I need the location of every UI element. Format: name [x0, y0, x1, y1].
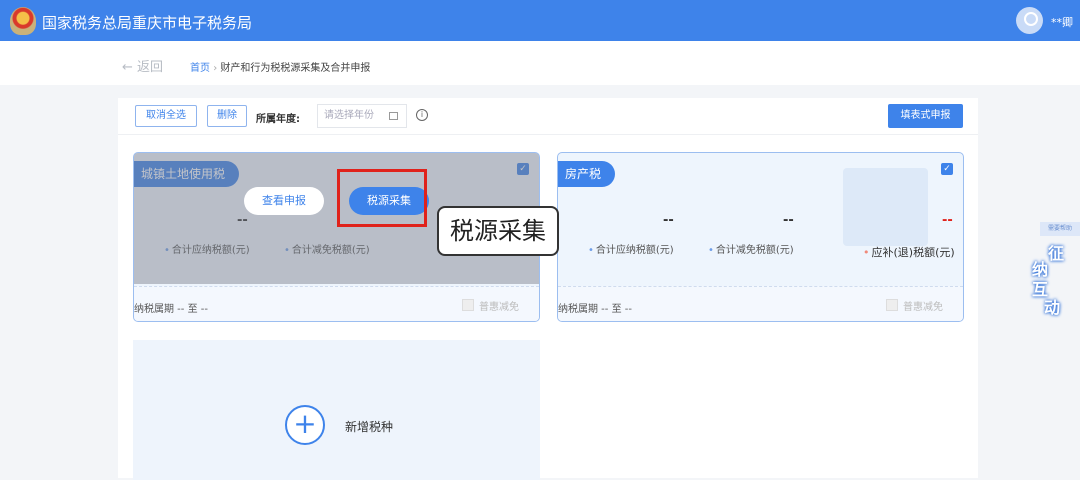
user-name[interactable]: **卿	[1051, 14, 1073, 30]
building-illustration-icon	[843, 168, 928, 246]
total-reduction-value: --	[783, 213, 794, 228]
tax-period: 纳税属期 -- 至 --	[558, 304, 632, 315]
year-placeholder: 请选择年份	[324, 110, 374, 121]
back-link[interactable]: ← 返回	[122, 56, 163, 75]
view-declaration-button[interactable]: 查看申报	[244, 187, 324, 215]
discount-checkbox[interactable]: 普惠减免	[886, 298, 943, 313]
top-header: 国家税务总局重庆市电子税务局 **卿	[0, 0, 1080, 41]
tax-period: 纳税属期 -- 至 --	[134, 304, 208, 315]
fill-form-declare-button[interactable]: 填表式申报	[888, 104, 963, 128]
add-tax-type-card[interactable]: + 新增税种	[133, 340, 540, 480]
delete-button[interactable]: 删除	[207, 105, 247, 127]
calendar-icon	[389, 112, 398, 120]
tax-type-tag: 房产税	[558, 161, 616, 187]
refund-caption: 应补(退)税额(元)	[863, 244, 955, 260]
total-reduction-caption: 合计减免税额(元)	[708, 241, 794, 256]
breadcrumb-home[interactable]: 首页	[190, 63, 210, 74]
breadcrumb-bar: ← 返回 首页 › 财产和行为税税源采集及合并申报	[0, 41, 1080, 85]
add-tax-type-label: 新增税种	[345, 420, 394, 434]
breadcrumb: 首页 › 财产和行为税税源采集及合并申报	[190, 59, 370, 74]
tax-card-property[interactable]: 房产税 ✓ -- -- -- 合计应纳税额(元) 合计减免税额(元) 应补(退)…	[557, 152, 964, 322]
widget-char: 互	[1032, 280, 1049, 299]
plus-icon[interactable]: +	[285, 405, 325, 445]
toolbar: 取消全选 删除 所属年度: 请选择年份 i 填表式申报	[118, 98, 978, 135]
site-title: 国家税务总局重庆市电子税务局	[42, 14, 253, 32]
widget-char: 纳	[1032, 260, 1049, 279]
discount-checkbox[interactable]: 普惠减免	[462, 298, 519, 313]
tax-emblem-logo	[10, 7, 36, 35]
year-label: 所属年度:	[256, 114, 300, 125]
refund-value: --	[942, 213, 953, 228]
breadcrumb-separator: ›	[213, 63, 218, 74]
highlight-box	[337, 169, 427, 227]
help-badge[interactable]: 需要帮助	[1040, 222, 1080, 236]
total-payable-caption: 合计应纳税额(元)	[588, 241, 674, 256]
interaction-widget[interactable]: 需要帮助 征 纳 互 动	[1030, 222, 1080, 322]
deselect-all-button[interactable]: 取消全选	[135, 105, 197, 127]
user-avatar-icon[interactable]	[1016, 7, 1043, 34]
year-picker-input[interactable]: 请选择年份	[317, 104, 407, 128]
breadcrumb-current: 财产和行为税税源采集及合并申报	[220, 63, 371, 74]
card-checkbox[interactable]: ✓	[941, 163, 953, 175]
widget-char: 动	[1044, 298, 1061, 317]
interaction-mascot-icon[interactable]: 征 纳 互 动	[1030, 244, 1080, 320]
widget-char: 征	[1048, 244, 1065, 263]
info-icon[interactable]: i	[416, 109, 428, 121]
callout-tooltip: 税源采集	[437, 206, 559, 256]
main-panel: 取消全选 删除 所属年度: 请选择年份 i 填表式申报 城镇土地使用税 ✓ --…	[118, 98, 978, 480]
total-payable-value: --	[663, 213, 674, 228]
